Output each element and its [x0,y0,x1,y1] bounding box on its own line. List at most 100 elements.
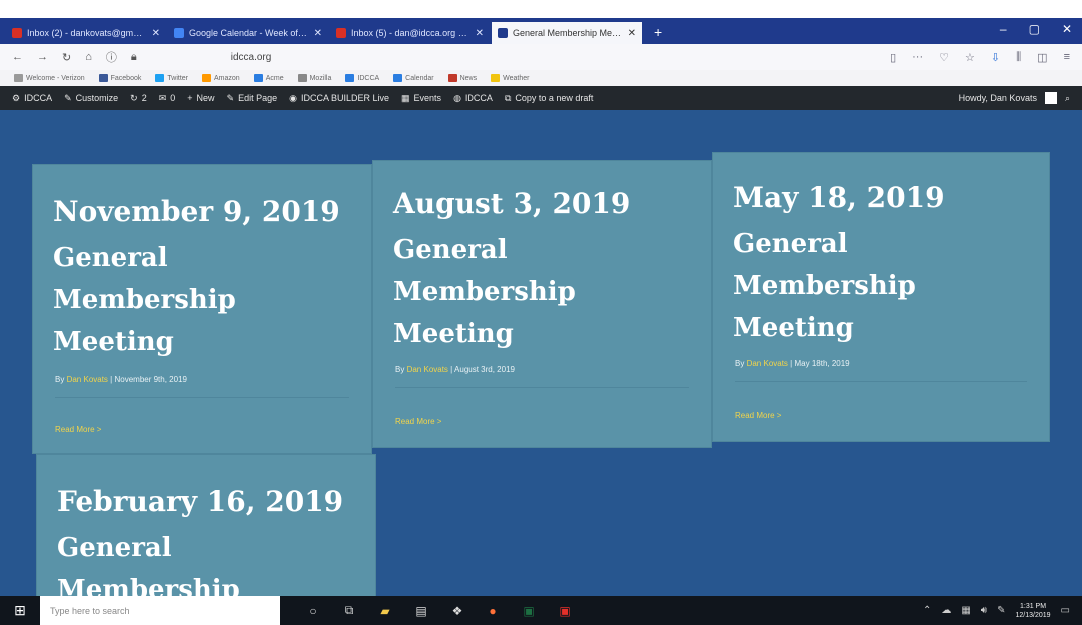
tab-label: Inbox (2) - dankovats@gmai... [27,28,146,38]
file-explorer-icon[interactable]: ▰ [376,602,394,620]
close-window-button[interactable]: ✕ [1062,22,1072,36]
tab-bar: Inbox (2) - dankovats@gmai... ✕ Google C… [0,18,1082,44]
tab-label: Inbox (5) - dan@idcca.org - ... [351,28,470,38]
back-icon[interactable]: ← [12,51,23,63]
bookmark-item[interactable]: Mozilla [297,74,331,82]
read-more-link[interactable]: Read More > [55,425,101,434]
site-icon [498,28,508,38]
pen-icon[interactable]: ✎ [997,605,1005,616]
reader-icon[interactable]: ▯ [890,51,896,64]
tray-expand-icon[interactable]: ⌃ [923,605,931,616]
page-content: November 9, 2019 General Membership Meet… [0,110,1082,614]
tab-general-membership[interactable]: General Membership Meet... ✕ [492,22,642,44]
divider [55,397,349,398]
post-title[interactable]: General Membership Meeting [393,229,693,355]
bookmark-item[interactable]: Calendar [393,74,434,82]
windows-taskbar: ⊞ Type here to search ○ ⧉ ▰ ▤ ❖ ● ▣ ▣ ⌃ … [0,596,1082,625]
more-icon[interactable]: ··· [912,51,923,64]
bookmark-item[interactable]: Twitter [155,74,188,82]
reload-icon[interactable]: ↻ [62,51,71,64]
search-icon[interactable]: ⌕ [1065,93,1070,104]
pocket-icon[interactable]: ♡ [939,51,949,64]
bookmark-item[interactable]: IDCCA [345,74,379,82]
network-icon[interactable]: ▦ [961,605,970,616]
calendar-icon [174,28,184,38]
bookmark-icon [253,74,263,82]
updates-icon: ↻ [130,92,138,103]
tab-google-calendar[interactable]: Google Calendar - Week of ... ✕ [168,22,328,44]
read-more-link[interactable]: Read More > [735,411,781,420]
minimize-button[interactable]: – [1000,22,1007,36]
cortana-icon[interactable]: ○ [304,602,322,620]
admin-new-link[interactable]: + New [187,93,214,103]
notifications-icon[interactable]: ▭ [1061,605,1070,616]
plus-icon: + [187,93,193,103]
dropbox-icon[interactable]: ❖ [448,602,466,620]
howdy-link[interactable]: Howdy, Dan Kovats [959,93,1037,103]
home-icon[interactable]: ⌂ [85,51,92,63]
bookmark-item[interactable]: Amazon [202,74,240,82]
admin-edit-page-link[interactable]: ✎ Edit Page [227,93,278,104]
clock-date: 12/13/2019 [1015,611,1051,619]
admin-copy-draft-link[interactable]: ⧉ Copy to a new draft [505,93,593,104]
tab-gmail-idcca[interactable]: Inbox (5) - dan@idcca.org - ... ✕ [330,22,490,44]
excel-icon[interactable]: ▣ [520,602,538,620]
post-title[interactable]: General Membership Meeting [733,223,1033,349]
onedrive-icon[interactable]: ☁ [941,605,951,616]
close-icon[interactable]: ✕ [152,28,160,39]
globe-icon: ◍ [453,92,461,103]
bookmark-item[interactable]: Facebook [98,74,141,82]
library-icon[interactable]: ⫼ [1016,51,1021,64]
menu-icon[interactable]: ≡ [1064,51,1070,64]
admin-site-link[interactable]: ⚙ IDCCA [12,93,52,104]
sidebar-icon[interactable]: ◫ [1037,51,1047,64]
task-view-icon[interactable]: ⧉ [340,602,358,620]
admin-builder-link[interactable]: ◉ IDCCA BUILDER Live [289,93,389,104]
post-date-heading[interactable]: August 3, 2019 [393,187,630,220]
clock[interactable]: 1:31 PM 12/13/2019 [1016,602,1051,620]
copy-icon: ⧉ [504,92,512,103]
bookmark-item[interactable]: Weather [491,74,529,82]
close-icon[interactable]: ✕ [314,28,322,39]
url-bar[interactable]: idcca.org [231,52,731,63]
bookmark-item[interactable]: News [447,74,477,82]
post-title[interactable]: General Membership Meeting [53,237,353,363]
tab-gmail-dankovats[interactable]: Inbox (2) - dankovats@gmai... ✕ [6,22,166,44]
author-link[interactable]: Dan Kovats [747,359,788,368]
volume-icon[interactable]: 🔊︎ [981,605,987,616]
divider [395,387,689,388]
close-icon[interactable]: ✕ [628,28,636,39]
author-link[interactable]: Dan Kovats [407,365,448,374]
admin-comments-link[interactable]: ✉ 0 [159,93,176,104]
admin-customize-link[interactable]: ✎ Customize [64,93,118,104]
post-date-heading[interactable]: February 16, 2019 [57,485,343,518]
admin-updates-link[interactable]: ↻ 2 [130,93,147,104]
firefox-icon[interactable]: ● [484,602,502,620]
calculator-icon[interactable]: ▤ [412,602,430,620]
maximize-button[interactable]: ▢ [1029,22,1040,36]
pencil-icon: ✎ [226,92,235,103]
read-more-link[interactable]: Read More > [395,417,441,426]
new-tab-button[interactable]: + [644,24,672,44]
screen: Inbox (2) - dankovats@gmai... ✕ Google C… [0,0,1082,625]
download-icon[interactable]: ⇩ [991,51,1000,64]
avatar[interactable] [1044,92,1057,104]
bookmark-item[interactable]: Welcome - Verizon [14,74,85,82]
facebook-icon [98,74,108,82]
amazon-icon [202,74,211,82]
bookmark-icon [297,74,307,82]
forward-icon[interactable]: → [37,51,48,63]
author-link[interactable]: Dan Kovats [67,375,108,384]
taskbar-search-input[interactable]: Type here to search [40,596,280,625]
admin-idcca-link[interactable]: ◍ IDCCA [453,93,493,104]
bookmark-item[interactable]: Acme [253,74,284,82]
gmail-icon [336,28,346,38]
windows-start-icon[interactable]: ⊞ [0,596,40,625]
post-date-heading[interactable]: May 18, 2019 [733,181,945,214]
acrobat-icon[interactable]: ▣ [556,602,574,620]
bookmark-star-icon[interactable]: ☆ [965,51,975,64]
admin-events-link[interactable]: ▦ Events [401,93,441,104]
info-icon[interactable]: ⓘ [106,49,117,65]
post-date-heading[interactable]: November 9, 2019 [53,195,340,228]
close-icon[interactable]: ✕ [476,28,484,39]
